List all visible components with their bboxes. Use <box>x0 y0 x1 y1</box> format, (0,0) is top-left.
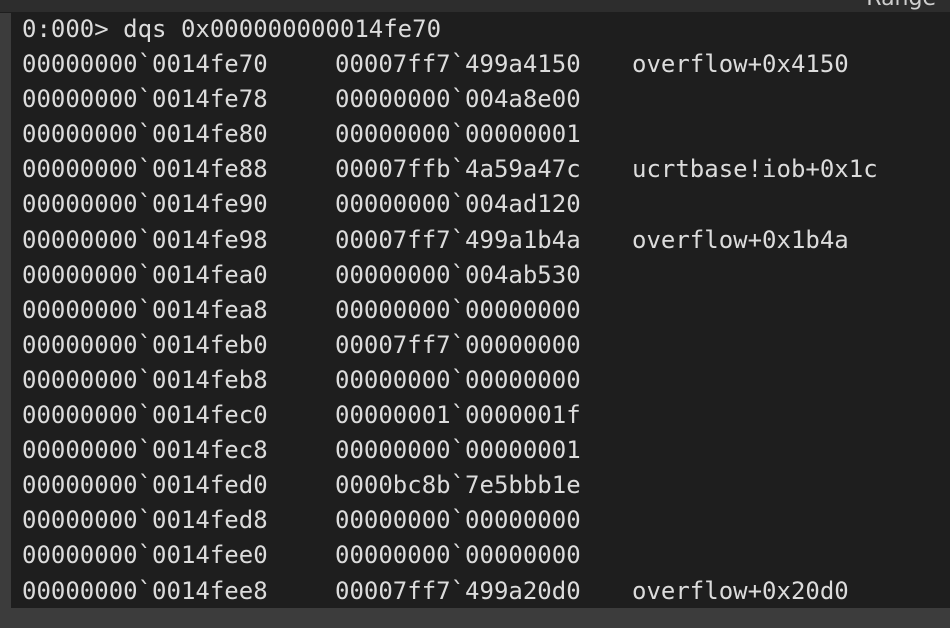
memory-address: 00000000`0014fe80 <box>22 120 268 149</box>
memory-address: 00000000`0014fed0 <box>22 471 268 500</box>
memory-value: 00007ffb`4a59a47c <box>335 155 581 184</box>
memory-address: 00000000`0014fee0 <box>22 541 268 570</box>
memory-value: 0000bc8b`7e5bbb1e <box>335 471 581 500</box>
memory-value: 00000000`004ad120 <box>335 190 581 219</box>
memory-value: 00000000`004a8e00 <box>335 85 581 114</box>
memory-address: 00000000`0014fea8 <box>22 295 268 324</box>
memory-address: 00000000`0014fe88 <box>22 155 268 184</box>
memory-value: 00000000`00000000 <box>335 365 581 394</box>
memory-address: 00000000`0014feb0 <box>22 330 268 359</box>
memory-address: 00000000`0014fea0 <box>22 260 268 289</box>
memory-value: 00000000`004ab530 <box>335 260 581 289</box>
memory-value: 00000001`0000001f <box>335 401 581 429</box>
memory-value: 00000000`00000001 <box>335 436 581 465</box>
memory-address: 00000000`0014fe78 <box>22 85 268 114</box>
memory-address: 00000000`0014fe90 <box>22 190 268 219</box>
memory-address: 00000000`0014fe98 <box>22 225 268 254</box>
memory-value: 00007ff7`499a4150 <box>335 50 581 78</box>
debugger-window: Range 0:000> dqs 0x000000000014fe70 0000… <box>0 0 950 628</box>
memory-address: 00000000`0014fe70 <box>22 50 268 78</box>
memory-value: 00007ff7`499a1b4a <box>335 225 581 254</box>
memory-address: 00000000`0014feb8 <box>22 365 268 394</box>
memory-value: 00000000`00000001 <box>335 120 581 149</box>
memory-address: 00000000`0014fed8 <box>22 506 268 535</box>
memory-symbol: overflow+0x4150 <box>632 50 849 78</box>
memory-address: 00000000`0014fec0 <box>22 401 268 429</box>
range-label[interactable]: Range <box>866 0 936 11</box>
memory-value: 00007ff7`499a20d0 <box>335 576 581 605</box>
memory-symbol: overflow+0x1b4a <box>632 225 849 254</box>
command-line: 0:000> dqs 0x000000000014fe70 <box>22 15 442 43</box>
memory-value: 00000000`00000000 <box>335 541 581 570</box>
memory-value: 00000000`00000000 <box>335 295 581 324</box>
memory-value: 00000000`00000000 <box>335 506 581 535</box>
memory-address: 00000000`0014fec8 <box>22 436 268 465</box>
memory-address: 00000000`0014fee8 <box>22 576 268 605</box>
memory-value: 00007ff7`00000000 <box>335 330 581 359</box>
command-output-pane[interactable]: 0:000> dqs 0x000000000014fe70 00000000`0… <box>11 12 950 608</box>
memory-symbol: ucrtbase!iob+0x1c <box>632 155 878 184</box>
memory-symbol: overflow+0x20d0 <box>632 576 849 605</box>
